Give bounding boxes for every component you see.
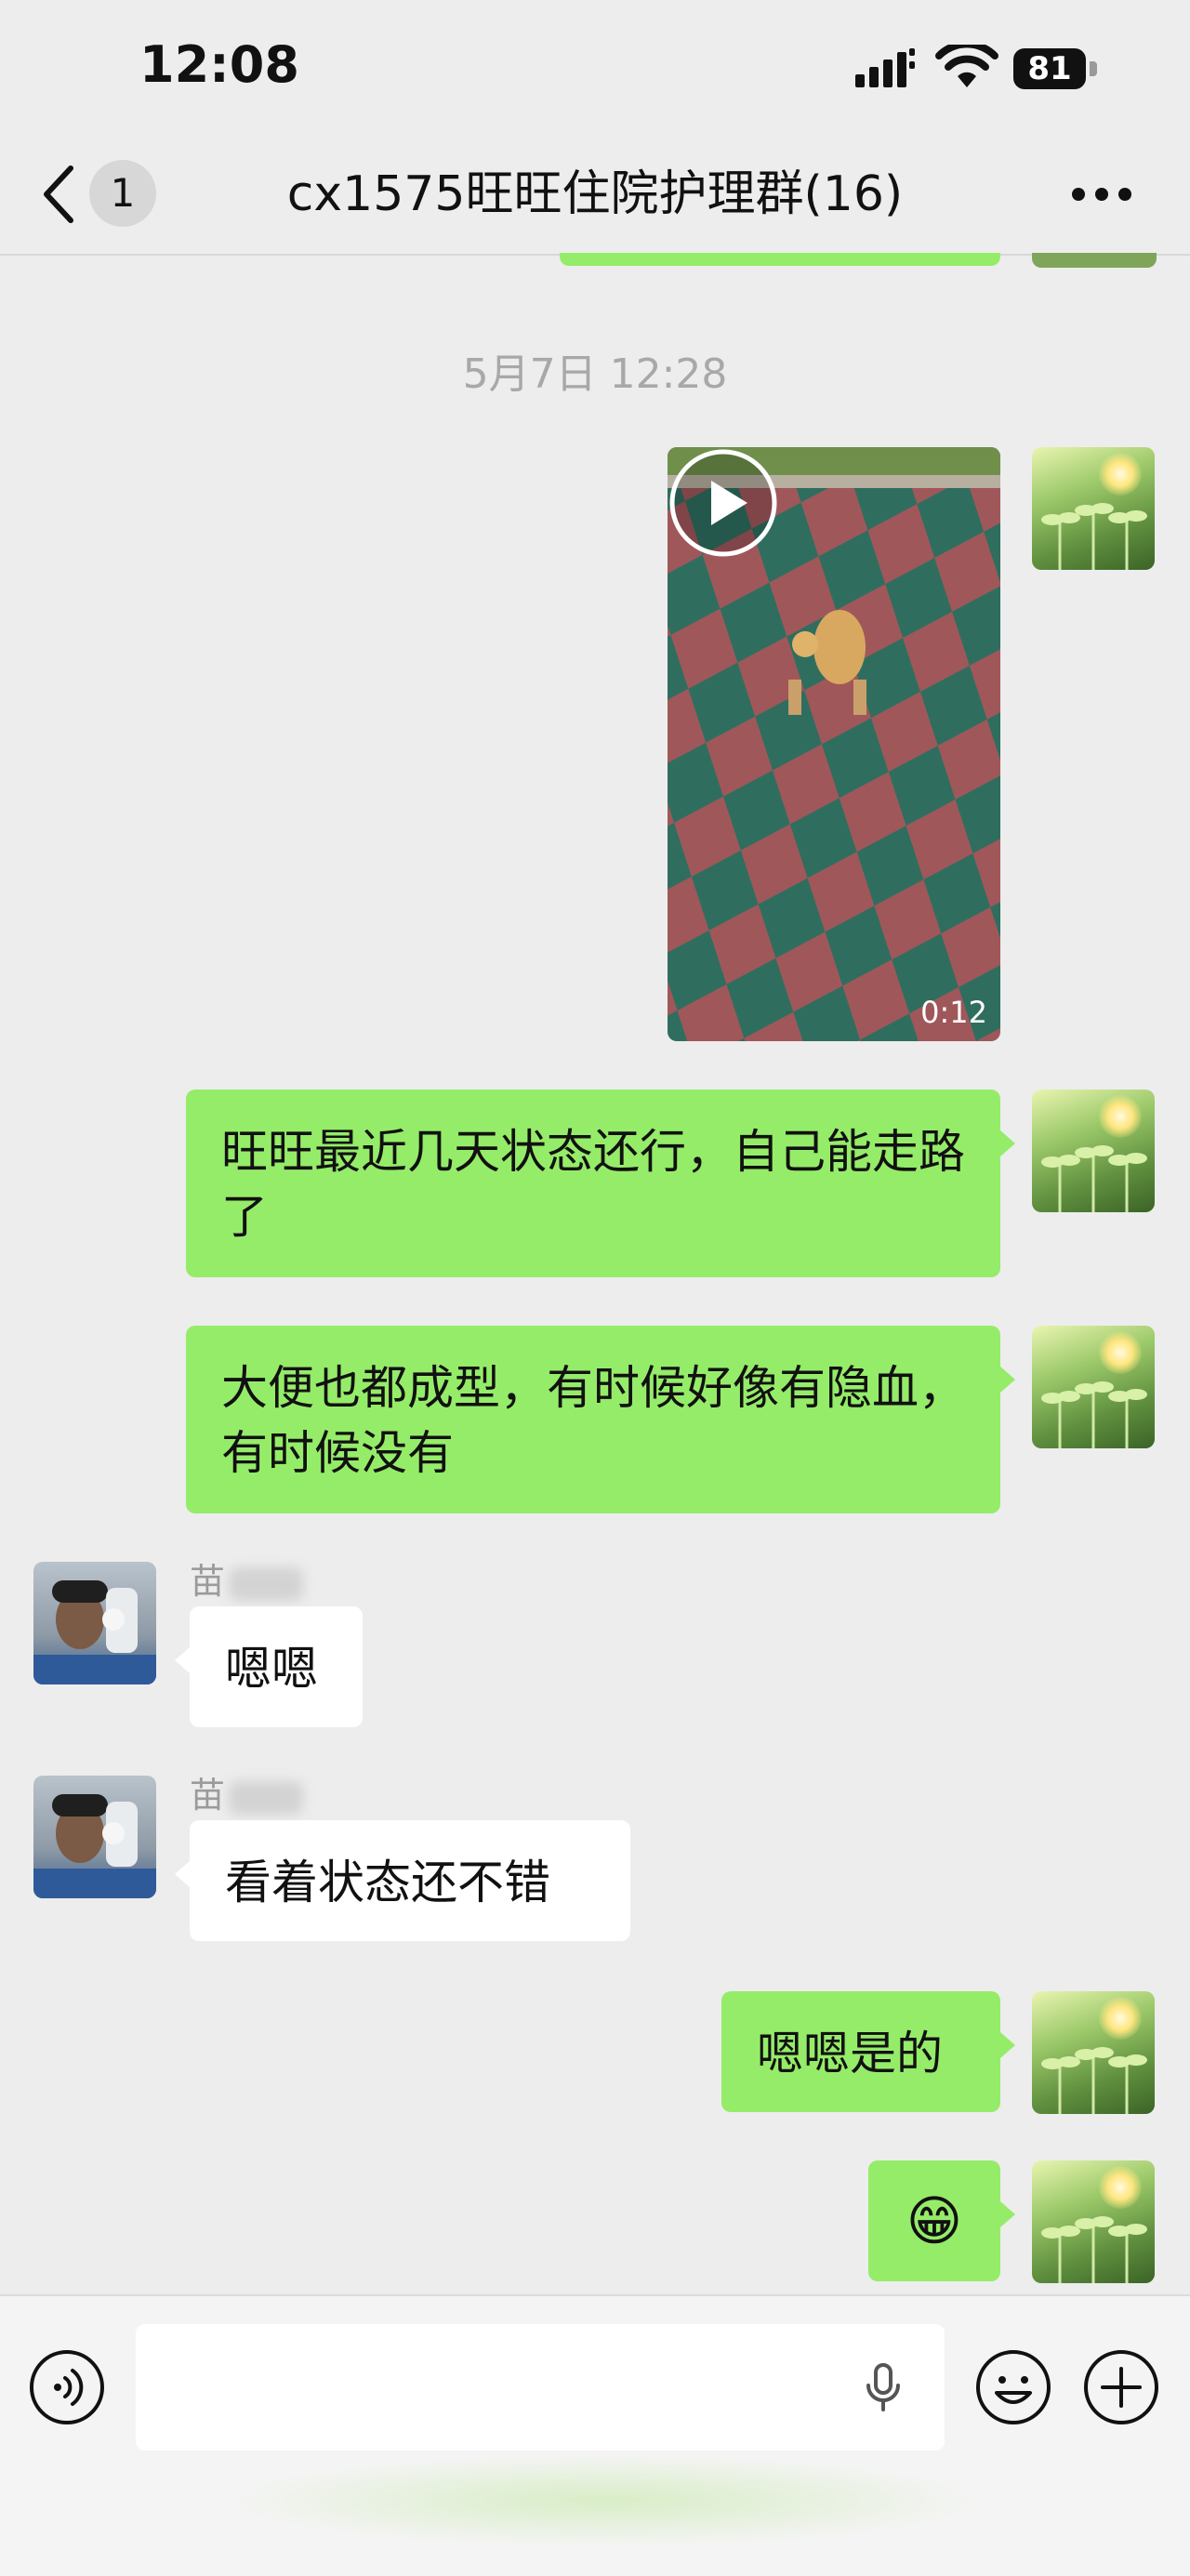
message-text: 嗯嗯是的 bbox=[757, 2027, 943, 2081]
back-chevron-icon[interactable] bbox=[37, 163, 82, 226]
message-text: 看着状态还不错 bbox=[225, 1856, 550, 1909]
chat-title: cx1575旺旺住院护理群(16) bbox=[286, 166, 904, 222]
self-avatar[interactable] bbox=[1032, 1991, 1155, 2114]
message-input[interactable] bbox=[136, 2324, 945, 2451]
message-text: 旺旺最近几天状态还行，自己能走路了 bbox=[221, 1125, 965, 1244]
chat-header: 1 cx1575旺旺住院护理群(16) bbox=[0, 135, 1190, 256]
self-avatar[interactable] bbox=[1032, 2160, 1155, 2283]
sender-name: 苗 bbox=[190, 1766, 304, 1817]
home-indicator-area bbox=[223, 2454, 985, 2547]
self-avatar-partial[interactable] bbox=[1032, 253, 1157, 268]
microphone-icon[interactable] bbox=[857, 2361, 909, 2413]
battery-icon: 81 bbox=[1013, 48, 1097, 89]
more-options-icon[interactable] bbox=[1069, 183, 1134, 205]
battery-level: 81 bbox=[1027, 50, 1072, 87]
message-text: 嗯嗯 bbox=[225, 1642, 318, 1696]
self-avatar[interactable] bbox=[1032, 447, 1155, 570]
message-text: 大便也都成型，有时候好像有隐血，有时候没有 bbox=[221, 1361, 965, 1480]
unread-count-badge[interactable]: 1 bbox=[89, 160, 156, 227]
play-icon[interactable] bbox=[668, 447, 779, 559]
grinning-emoji: 😁 bbox=[906, 2189, 963, 2252]
self-avatar[interactable] bbox=[1032, 1090, 1155, 1212]
self-message-bubble[interactable]: 😁 bbox=[868, 2160, 1015, 2281]
cellular-signal-icon bbox=[855, 48, 915, 87]
video-duration: 0:12 bbox=[920, 995, 987, 1030]
voice-toggle-icon[interactable] bbox=[28, 2348, 106, 2426]
contact-avatar[interactable] bbox=[33, 1562, 156, 1684]
plus-icon[interactable] bbox=[1082, 2348, 1160, 2426]
wifi-icon bbox=[935, 45, 998, 87]
contact-message-bubble[interactable]: 看着状态还不错 bbox=[175, 1820, 630, 1941]
contact-avatar[interactable] bbox=[33, 1776, 156, 1898]
contact-message-bubble[interactable]: 嗯嗯 bbox=[175, 1606, 363, 1727]
emoji-icon[interactable] bbox=[974, 2348, 1052, 2426]
self-avatar[interactable] bbox=[1032, 1326, 1155, 1448]
message-timestamp: 5月7日 12:28 bbox=[462, 350, 728, 398]
self-message-bubble[interactable]: 嗯嗯是的 bbox=[721, 1991, 1015, 2112]
previous-message-bubble[interactable] bbox=[560, 253, 1000, 266]
self-message-bubble[interactable]: 大便也都成型，有时候好像有隐血，有时候没有 bbox=[186, 1326, 1015, 1513]
self-message-bubble[interactable]: 旺旺最近几天状态还行，自己能走路了 bbox=[186, 1090, 1015, 1277]
status-time: 12:08 bbox=[139, 35, 299, 94]
sender-name: 苗 bbox=[190, 1552, 304, 1604]
video-message[interactable]: 0:12 bbox=[668, 447, 1000, 1041]
